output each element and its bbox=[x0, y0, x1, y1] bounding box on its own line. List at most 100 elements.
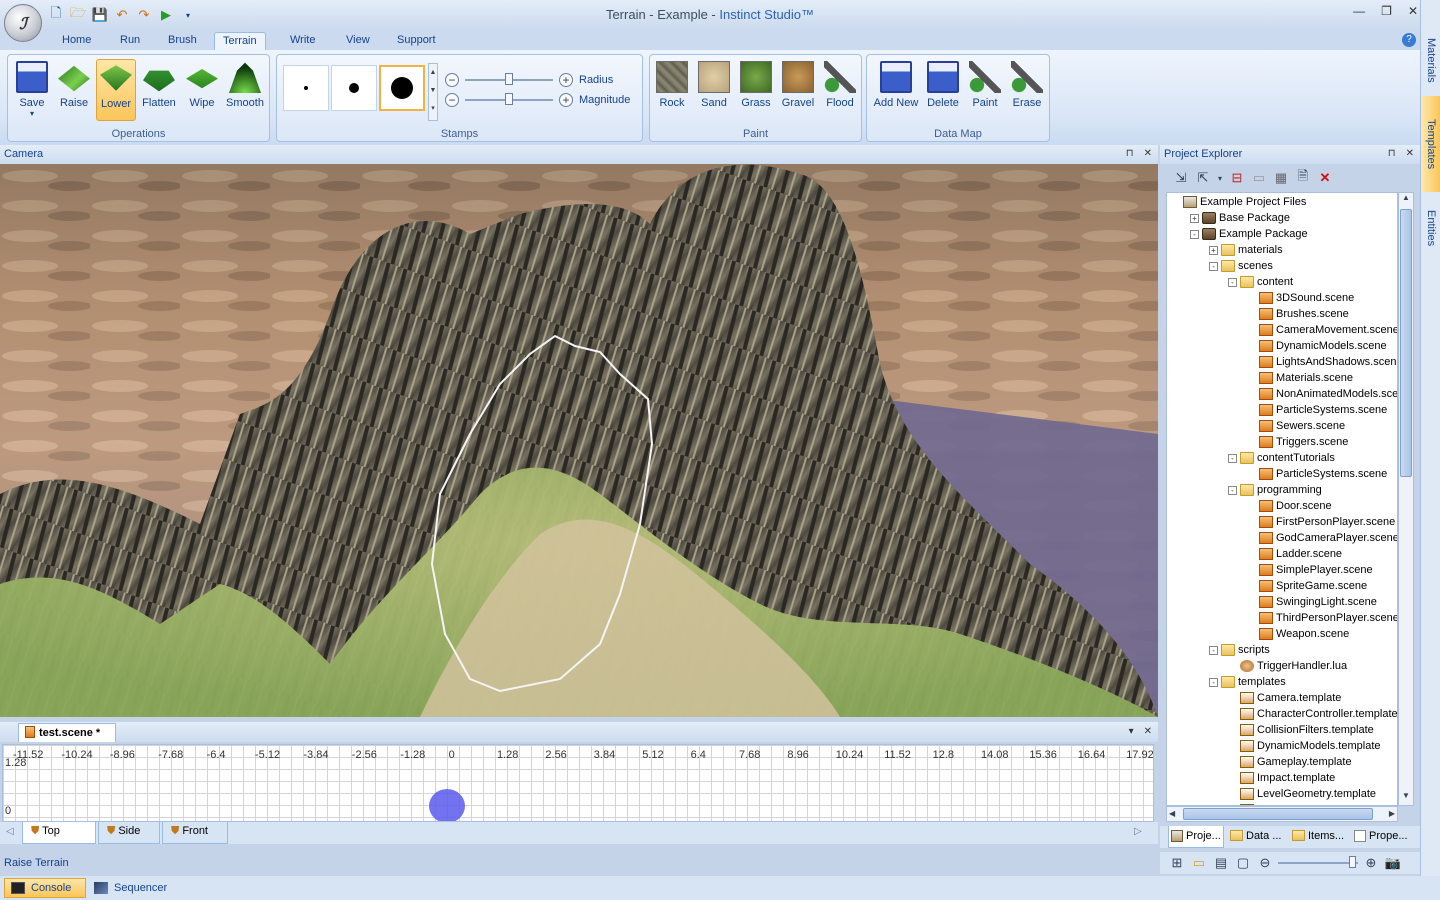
tab-brush[interactable]: Brush bbox=[160, 32, 205, 51]
expand-icon[interactable]: + bbox=[1190, 213, 1199, 223]
tab-support[interactable]: Support bbox=[389, 32, 444, 51]
tree-item[interactable]: CameraMovement.scene bbox=[1247, 322, 1397, 338]
tree-item[interactable]: GodCameraPlayer.scene bbox=[1247, 530, 1397, 546]
collapse-icon[interactable]: - bbox=[1228, 485, 1237, 495]
magnitude-thumb[interactable] bbox=[505, 93, 513, 105]
camera-icon[interactable]: 📷 bbox=[1384, 854, 1402, 872]
tree-item[interactable]: - scenes bbox=[1209, 258, 1273, 274]
tab-project[interactable]: Proje... bbox=[1168, 826, 1224, 848]
tree-item[interactable]: LightsAndShadows.scene bbox=[1247, 354, 1397, 370]
tab-view[interactable]: View bbox=[338, 32, 378, 51]
zoom-slider[interactable] bbox=[1278, 856, 1358, 868]
scroll-left-icon[interactable]: ◀ bbox=[1169, 809, 1175, 818]
magnitude-track[interactable] bbox=[465, 93, 553, 105]
tree-item[interactable]: ThirdPersonPlayer.scene bbox=[1247, 610, 1397, 626]
horizontal-scroll-thumb[interactable] bbox=[1183, 808, 1373, 820]
tree-item[interactable]: ParticleSystems.scene bbox=[1247, 402, 1387, 418]
tree-item[interactable]: Brushes.scene bbox=[1247, 306, 1349, 322]
tab-console[interactable]: Console bbox=[4, 878, 86, 898]
tree-item[interactable]: DynamicModels.scene bbox=[1247, 338, 1387, 354]
tree-item[interactable]: - Example Package bbox=[1190, 226, 1308, 242]
tab-front-view[interactable]: ⛊ Front bbox=[162, 822, 228, 844]
tree-item[interactable]: - content bbox=[1228, 274, 1293, 290]
pin-icon[interactable]: ⊓ bbox=[1126, 148, 1134, 159]
tree-item[interactable]: Camera.template bbox=[1228, 690, 1341, 706]
tree-item[interactable]: 3DSound.scene bbox=[1247, 290, 1354, 306]
stamp-gallery-scroll[interactable]: ▲ ▼ ▾ bbox=[428, 63, 438, 121]
tree-horizontal-scrollbar[interactable]: ◀ ▶ bbox=[1166, 806, 1398, 822]
zoom-out-icon[interactable]: ⊖ bbox=[1256, 854, 1274, 872]
tree-item[interactable]: - programming bbox=[1228, 482, 1322, 498]
zoom-in-icon[interactable]: ⊕ bbox=[1362, 854, 1380, 872]
grid-icon[interactable]: ▦ bbox=[1272, 169, 1290, 187]
collapse-icon[interactable]: - bbox=[1209, 261, 1218, 271]
close-icon[interactable]: ✕ bbox=[1408, 4, 1418, 18]
tab-materials[interactable]: Materials bbox=[1422, 30, 1440, 90]
tree-item[interactable]: ParticleSystems.scene bbox=[1247, 466, 1387, 482]
scroll-right-icon[interactable]: ▷ bbox=[1134, 826, 1142, 837]
scroll-left-icon[interactable]: ◁ bbox=[6, 826, 14, 837]
radius-minus-icon[interactable]: − bbox=[445, 73, 459, 87]
paint-datamap-button[interactable]: Paint bbox=[965, 59, 1005, 121]
tree-item[interactable]: Ladder.scene bbox=[1247, 546, 1342, 562]
tree-item[interactable]: Sewers.scene bbox=[1247, 418, 1345, 434]
radius-track[interactable] bbox=[465, 73, 553, 85]
tree-item[interactable]: SwingingLight.scene bbox=[1247, 594, 1377, 610]
tree-item[interactable]: - templates bbox=[1209, 674, 1286, 690]
import-icon[interactable]: ⇲ bbox=[1172, 169, 1190, 187]
tree-item[interactable]: Weapon.scene bbox=[1247, 626, 1349, 642]
tab-test-scene[interactable]: test.scene * bbox=[18, 723, 116, 742]
folder-icon[interactable]: ▭ bbox=[1190, 854, 1208, 872]
delete-icon[interactable]: ✕ bbox=[1316, 169, 1334, 187]
tab-terrain[interactable]: Terrain bbox=[214, 32, 266, 51]
minimize-icon[interactable]: — bbox=[1353, 4, 1365, 18]
tree-item[interactable]: Impact.template bbox=[1228, 770, 1335, 786]
tree-item[interactable]: Example Project Files bbox=[1171, 194, 1306, 210]
lower-button[interactable]: Lower bbox=[96, 59, 136, 121]
properties-icon[interactable]: 🗎 bbox=[1294, 168, 1312, 187]
stamp-large[interactable] bbox=[379, 65, 425, 111]
tab-properties[interactable]: Prope... bbox=[1352, 826, 1410, 848]
stamp-small[interactable] bbox=[283, 65, 329, 111]
magnitude-minus-icon[interactable]: − bbox=[445, 93, 459, 107]
help-icon[interactable]: ? bbox=[1402, 33, 1416, 47]
flatten-button[interactable]: Flatten bbox=[138, 59, 180, 121]
layout-icon[interactable]: ▤ bbox=[1212, 854, 1230, 872]
pin-icon[interactable]: ⊓ bbox=[1388, 148, 1396, 159]
radius-thumb[interactable] bbox=[505, 73, 513, 85]
add-new-button[interactable]: Add New bbox=[871, 59, 921, 121]
gravel-button[interactable]: Gravel bbox=[778, 59, 818, 121]
tree-item[interactable]: + materials bbox=[1209, 242, 1283, 258]
tree-item[interactable]: - contentTutorials bbox=[1228, 450, 1335, 466]
erase-button[interactable]: Erase bbox=[1007, 59, 1047, 121]
close-icon[interactable]: ✕ bbox=[1406, 148, 1414, 159]
rock-button[interactable]: Rock bbox=[652, 59, 692, 121]
delete-button[interactable]: Delete bbox=[923, 59, 963, 121]
window-icon[interactable]: ▢ bbox=[1234, 854, 1252, 872]
tree-item[interactable]: Materials.scene bbox=[1247, 370, 1353, 386]
tab-side-view[interactable]: ⛊ Side bbox=[98, 822, 160, 844]
brush-cursor[interactable] bbox=[429, 789, 465, 821]
tab-items[interactable]: Items... bbox=[1290, 826, 1346, 848]
view-icon[interactable]: ⊞ bbox=[1168, 854, 1186, 872]
collapse-icon[interactable]: - bbox=[1228, 277, 1237, 287]
tree-item[interactable]: CharacterController.template bbox=[1228, 706, 1397, 722]
tab-templates[interactable]: Templates bbox=[1422, 96, 1440, 192]
magnitude-slider[interactable]: − + Magnitude bbox=[445, 93, 630, 107]
dropdown-icon[interactable]: ▾ bbox=[1216, 169, 1224, 187]
tab-write[interactable]: Write bbox=[282, 32, 323, 51]
remove-file-icon[interactable]: ⊟ bbox=[1228, 169, 1246, 187]
tree-item[interactable]: FirstPersonPlayer.scene bbox=[1247, 514, 1395, 530]
tree-vertical-scrollbar[interactable]: ▲ ▼ bbox=[1398, 192, 1414, 806]
zoom-thumb[interactable] bbox=[1349, 856, 1356, 868]
terrain-grid-view[interactable]: -11.52 -10.24 -8.96 -7.68 -6.4 -5.12 -3.84 -2.5… bbox=[2, 744, 1154, 822]
tab-run[interactable]: Run bbox=[112, 32, 148, 51]
stamp-medium[interactable] bbox=[331, 65, 377, 111]
dropdown-icon[interactable]: ▾ bbox=[1129, 726, 1134, 737]
sand-button[interactable]: Sand bbox=[694, 59, 734, 121]
close-icon[interactable]: ✕ bbox=[1144, 726, 1152, 737]
scroll-up-icon[interactable]: ▲ bbox=[1399, 193, 1413, 207]
collapse-icon[interactable]: - bbox=[1209, 677, 1218, 687]
new-folder-icon[interactable]: ▭ bbox=[1250, 169, 1268, 187]
smooth-button[interactable]: Smooth bbox=[224, 59, 266, 121]
